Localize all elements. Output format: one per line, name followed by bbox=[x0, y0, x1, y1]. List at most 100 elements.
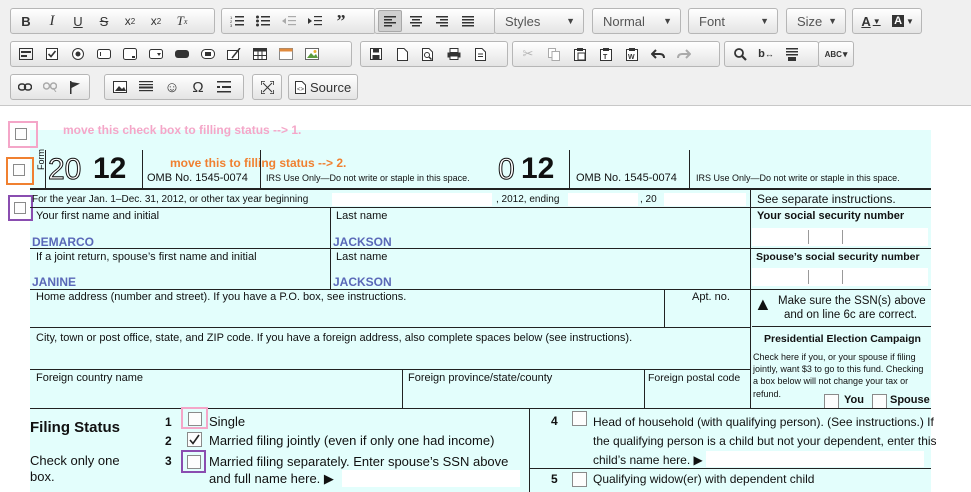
filing-joint-label: Married filing jointly (even if only one… bbox=[209, 433, 495, 448]
save-icon[interactable] bbox=[364, 43, 388, 65]
background-color-icon[interactable]: A ▼ bbox=[888, 10, 918, 32]
unlink-icon[interactable] bbox=[39, 76, 62, 98]
font-dropdown[interactable]: Font ▼ bbox=[688, 8, 778, 34]
text-field-icon[interactable] bbox=[92, 43, 116, 65]
select-all-icon[interactable] bbox=[780, 43, 804, 65]
insert-image-icon[interactable] bbox=[108, 76, 132, 98]
image-icon[interactable] bbox=[300, 43, 324, 65]
filing-joint-checkbox[interactable] bbox=[187, 432, 202, 447]
smiley-icon[interactable]: ☺ bbox=[160, 76, 184, 98]
numbered-list-icon[interactable]: 123 bbox=[225, 10, 249, 32]
source-button[interactable]: <> Source bbox=[291, 80, 355, 95]
select-icon[interactable] bbox=[144, 43, 168, 65]
spellcheck-icon[interactable]: ABC ▾ bbox=[822, 43, 850, 65]
templates-icon[interactable] bbox=[468, 43, 492, 65]
first-name-value[interactable]: DEMARCO bbox=[32, 235, 94, 249]
cut-icon[interactable]: ✂ bbox=[516, 43, 540, 65]
filing-single-checkbox[interactable] bbox=[188, 412, 202, 426]
decrease-indent-icon[interactable] bbox=[277, 10, 301, 32]
spouse-last-name-value[interactable]: JACKSON bbox=[333, 275, 392, 289]
styles-dropdown[interactable]: Styles ▼ bbox=[494, 8, 584, 34]
italic-icon[interactable]: I bbox=[40, 10, 64, 32]
divider bbox=[808, 230, 809, 244]
spouse-ssn-field[interactable] bbox=[752, 268, 928, 286]
checkbox-icon[interactable] bbox=[40, 43, 64, 65]
radio-icon[interactable] bbox=[66, 43, 90, 65]
foreign-postal-label: Foreign postal code bbox=[648, 372, 741, 384]
floating-checkbox-3[interactable] bbox=[14, 202, 26, 214]
first-name-label: Your first name and initial bbox=[36, 210, 160, 222]
image-button-icon[interactable] bbox=[196, 43, 220, 65]
anchor-flag-icon[interactable] bbox=[63, 76, 86, 98]
align-justify-icon[interactable] bbox=[456, 10, 480, 32]
blockquote-icon[interactable]: ” bbox=[329, 10, 353, 32]
tax-year-20-field[interactable] bbox=[664, 193, 746, 206]
copy-icon[interactable] bbox=[542, 43, 566, 65]
textarea-icon[interactable] bbox=[118, 43, 142, 65]
horizontal-rule-icon[interactable] bbox=[134, 76, 158, 98]
replace-icon[interactable]: b ↔ bbox=[754, 43, 778, 65]
spouse-name-field[interactable] bbox=[342, 470, 520, 487]
size-dropdown[interactable]: Size ▼ bbox=[786, 8, 846, 34]
bold-icon[interactable]: B bbox=[14, 10, 38, 32]
link-icon[interactable] bbox=[14, 76, 37, 98]
strikethrough-icon[interactable]: S bbox=[92, 10, 116, 32]
print-icon[interactable] bbox=[442, 43, 466, 65]
spouse-first-name-value[interactable]: JANINE bbox=[32, 275, 76, 289]
special-char-icon[interactable]: Ω bbox=[186, 76, 210, 98]
floating-checkbox-2[interactable] bbox=[13, 164, 25, 176]
button-icon[interactable] bbox=[170, 43, 194, 65]
filing-widow-checkbox[interactable] bbox=[572, 472, 587, 487]
underline-icon[interactable]: U bbox=[66, 10, 90, 32]
page-break-icon[interactable] bbox=[212, 76, 236, 98]
bulleted-list-icon[interactable] bbox=[251, 10, 275, 32]
increase-indent-icon[interactable] bbox=[303, 10, 327, 32]
pec-text: Check here if you, or your spouse if fil… bbox=[753, 352, 916, 362]
pec-spouse-checkbox[interactable] bbox=[872, 394, 887, 409]
undo-icon[interactable] bbox=[646, 43, 670, 65]
paste-text-icon[interactable]: T bbox=[594, 43, 618, 65]
svg-text:3: 3 bbox=[230, 23, 233, 27]
subscript-icon[interactable]: x2 bbox=[118, 10, 142, 32]
tax-year-begin-field[interactable] bbox=[332, 193, 492, 206]
redo-icon[interactable] bbox=[672, 43, 696, 65]
text-color-icon[interactable]: A ▼ bbox=[856, 10, 886, 32]
foreign-province-label: Foreign province/state/county bbox=[408, 372, 553, 384]
editor-toolbar: B I U S x2 x2 Tx 123 ” Styles ▼ Normal ▼… bbox=[0, 0, 971, 106]
year-bold: 12 bbox=[93, 152, 127, 185]
pec-text: jointly, want $3 to go to this fund. Che… bbox=[753, 364, 924, 374]
tax-year-end-field[interactable] bbox=[568, 193, 638, 206]
paste-icon[interactable] bbox=[568, 43, 592, 65]
floating-checkbox-1[interactable] bbox=[15, 128, 27, 140]
last-name-value[interactable]: JACKSON bbox=[333, 235, 392, 249]
ssn-field[interactable] bbox=[752, 228, 928, 246]
year-bold: 12 bbox=[521, 152, 555, 185]
iframe-icon[interactable] bbox=[274, 43, 298, 65]
pec-you-checkbox[interactable] bbox=[824, 394, 839, 409]
qualifying-child-name-field[interactable] bbox=[706, 451, 924, 467]
align-left-icon[interactable] bbox=[378, 10, 402, 32]
form-icon[interactable] bbox=[14, 43, 38, 65]
align-center-icon[interactable] bbox=[404, 10, 428, 32]
filing-option-number: 1 bbox=[165, 415, 172, 429]
superscript-icon[interactable]: x2 bbox=[144, 10, 168, 32]
divider bbox=[402, 370, 403, 408]
paste-word-icon[interactable]: W bbox=[620, 43, 644, 65]
new-page-icon[interactable] bbox=[390, 43, 414, 65]
divider bbox=[260, 150, 261, 188]
preview-icon[interactable] bbox=[416, 43, 440, 65]
divider bbox=[752, 326, 931, 327]
hidden-field-icon[interactable] bbox=[222, 43, 246, 65]
table-icon[interactable] bbox=[248, 43, 272, 65]
remove-format-icon[interactable]: Tx bbox=[170, 10, 194, 32]
year-outline: 20 bbox=[47, 153, 82, 187]
pec-text: a box below will not change your tax or bbox=[753, 376, 909, 386]
filing-separate-checkbox[interactable] bbox=[187, 455, 201, 469]
find-icon[interactable] bbox=[728, 43, 752, 65]
format-dropdown[interactable]: Normal ▼ bbox=[592, 8, 681, 34]
maximize-icon[interactable] bbox=[256, 76, 278, 98]
svg-text:T: T bbox=[603, 54, 608, 61]
align-right-icon[interactable] bbox=[430, 10, 454, 32]
filing-hoh-checkbox[interactable] bbox=[572, 411, 587, 426]
omb-number: OMB No. 1545-0074 bbox=[576, 172, 677, 184]
